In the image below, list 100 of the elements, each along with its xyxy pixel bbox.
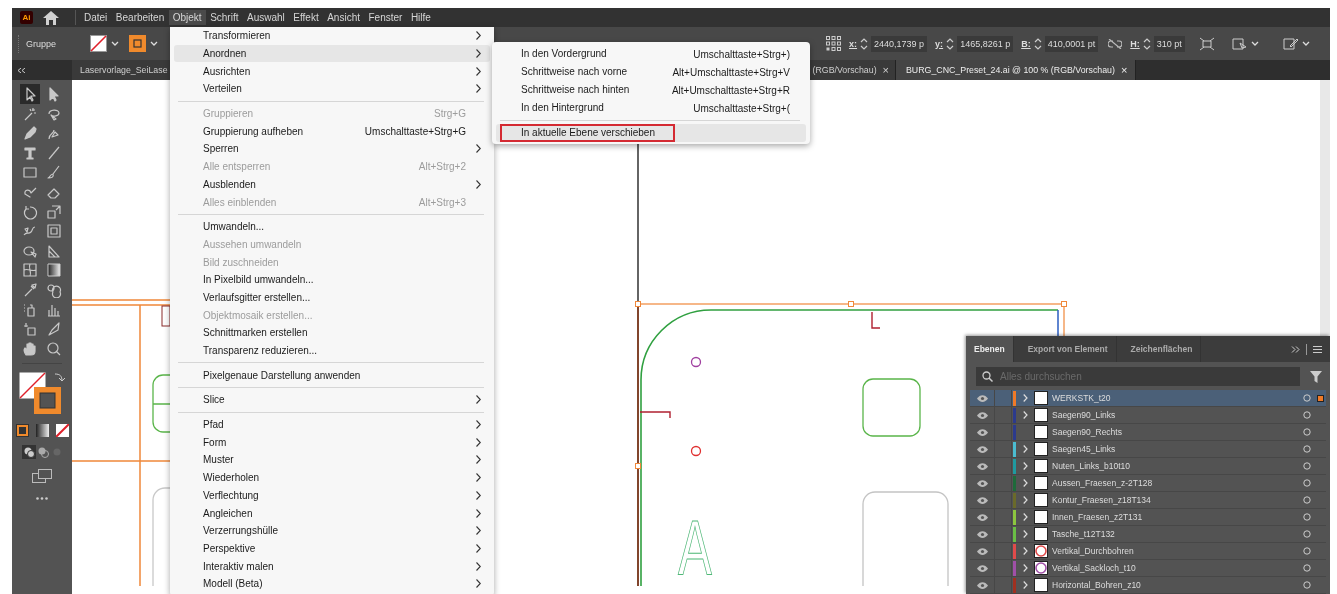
recolor-icon[interactable]: [1282, 36, 1299, 51]
more-tools-icon[interactable]: [36, 496, 48, 500]
panel-tab[interactable]: Zeichenflächen: [1122, 336, 1202, 362]
eye-icon[interactable]: [976, 445, 988, 453]
spinner-icon[interactable]: [1033, 36, 1042, 51]
number-field[interactable]: 410,0001 pt: [1044, 35, 1099, 52]
rotate-icon[interactable]: [22, 203, 38, 220]
number-field[interactable]: 1465,8261 p: [957, 35, 1014, 52]
chevron-right-icon[interactable]: [1022, 411, 1028, 419]
layer-row[interactable]: Saegen90_Links: [970, 407, 1326, 424]
target-circle-icon[interactable]: [1303, 513, 1311, 521]
target-circle-icon[interactable]: [1303, 428, 1311, 436]
spinner-icon[interactable]: [860, 36, 869, 51]
stroke-swatch-icon[interactable]: [90, 35, 108, 52]
menu-item[interactable]: Transformieren: [174, 27, 490, 45]
menu-item[interactable]: Pixelgenaue Darstellung anwenden: [174, 366, 490, 385]
target-circle-icon[interactable]: [1303, 496, 1311, 504]
screen-mode-icon[interactable]: [32, 468, 52, 483]
scale-icon[interactable]: [46, 203, 62, 220]
chevron-right-icon[interactable]: [1022, 581, 1028, 589]
menu-item[interactable]: Ausrichten: [174, 62, 490, 81]
menu-item[interactable]: Ausblenden: [174, 175, 490, 194]
expand-panel-icon[interactable]: [1291, 345, 1300, 353]
menu-item[interactable]: Umwandeln...: [174, 217, 490, 236]
target-circle-icon[interactable]: [1303, 411, 1311, 419]
target-circle-icon[interactable]: [1303, 445, 1311, 453]
menu-item[interactable]: Verteilen: [174, 80, 490, 98]
magic-wand-icon[interactable]: [22, 105, 38, 122]
gradient-mode-icon[interactable]: [35, 423, 49, 437]
menu-bar-item[interactable]: Bearbeiten: [111, 10, 169, 25]
menu-bar-item[interactable]: Schrift: [206, 10, 243, 25]
layer-row[interactable]: Aussen_Fraesen_z-2T128: [970, 475, 1326, 492]
target-circle-icon[interactable]: [1303, 394, 1311, 402]
reference-point-icon[interactable]: [826, 36, 842, 51]
target-circle-icon[interactable]: [1303, 530, 1311, 538]
home-icon[interactable]: [43, 10, 59, 25]
fill-stroke-swatches-icon[interactable]: [19, 371, 65, 414]
draw-mode-icon[interactable]: [22, 444, 62, 459]
mesh-icon[interactable]: [22, 262, 38, 279]
target-circle-icon[interactable]: [1303, 581, 1311, 589]
blend-icon[interactable]: [46, 281, 62, 298]
menu-item[interactable]: Slice: [174, 391, 490, 409]
layer-row[interactable]: Tasche_t12T132: [970, 526, 1326, 543]
artboard-icon[interactable]: [22, 321, 38, 338]
hand-icon[interactable]: [22, 340, 38, 357]
target-circle-icon[interactable]: [1303, 547, 1311, 555]
fill-swatch-icon[interactable]: [129, 35, 147, 52]
layer-row[interactable]: Vertikal_Sackloch_t10: [970, 560, 1326, 577]
layer-row[interactable]: Innen_Fraesen_z2T131: [970, 509, 1326, 526]
line-icon[interactable]: [46, 144, 62, 161]
gradient-icon[interactable]: [46, 262, 62, 279]
menu-item[interactable]: Verlaufsgitter erstellen...: [174, 288, 490, 307]
collapse-icon[interactable]: [18, 67, 26, 73]
menu-item[interactable]: Perspektive: [174, 539, 490, 558]
layer-row[interactable]: Horizontal_Bohren_z10: [970, 577, 1326, 594]
menu-item[interactable]: Interaktiv malen: [174, 557, 490, 575]
menu-item[interactable]: In Pixelbild umwandeln...: [174, 270, 490, 289]
number-field[interactable]: 310 pt: [1153, 35, 1185, 52]
target-circle-icon[interactable]: [1303, 564, 1311, 572]
eye-icon[interactable]: [976, 411, 988, 419]
app-logo[interactable]: Ai: [20, 11, 33, 24]
menu-item[interactable]: In aktuelle Ebene verschieben: [496, 124, 806, 142]
menu-item[interactable]: Transparenz reduzieren...: [174, 341, 490, 360]
target-circle-icon[interactable]: [1303, 462, 1311, 470]
eye-icon[interactable]: [976, 496, 988, 504]
menu-item[interactable]: Form: [174, 433, 490, 452]
eye-icon[interactable]: [976, 462, 988, 470]
menu-item[interactable]: Gruppierung aufheben Umschalttaste+Strg+G: [174, 122, 490, 141]
layer-row[interactable]: Vertikal_Durchbohren: [970, 543, 1326, 560]
panel-tab[interactable]: Ebenen: [966, 336, 1014, 362]
chevron-right-icon[interactable]: [1022, 445, 1028, 453]
close-tab-button[interactable]: ×: [1120, 64, 1128, 76]
eyedropper-icon[interactable]: [22, 281, 38, 298]
menu-item[interactable]: Muster: [174, 451, 490, 469]
spinner-icon[interactable]: [1142, 36, 1151, 51]
layer-row[interactable]: Kontur_Fraesen_z18T134: [970, 492, 1326, 509]
layer-row[interactable]: WERKSTK_t20: [970, 390, 1326, 407]
menu-bar-item[interactable]: Effekt: [289, 10, 323, 25]
menu-item[interactable]: Sperren: [174, 140, 490, 158]
chevron-right-icon[interactable]: [1022, 530, 1028, 538]
chevron-right-icon[interactable]: [1022, 479, 1028, 487]
chevron-right-icon[interactable]: [1022, 547, 1028, 555]
menu-item[interactable]: In den Hintergrund Umschalttaste+Strg+(: [496, 99, 806, 117]
menu-item[interactable]: Pfad: [174, 415, 490, 434]
spinner-icon[interactable]: [946, 36, 955, 51]
link-icon[interactable]: [1108, 38, 1123, 49]
caret-icon[interactable]: [1301, 40, 1310, 47]
menu-bar-item[interactable]: Datei: [80, 10, 112, 25]
menu-item[interactable]: Verflechtung: [174, 486, 490, 505]
menu-bar-item[interactable]: Objekt: [168, 10, 206, 25]
target-circle-icon[interactable]: [1303, 479, 1311, 487]
menu-item[interactable]: Anordnen: [174, 44, 490, 63]
menu-icon[interactable]: [1313, 345, 1322, 353]
close-tab-button[interactable]: ×: [882, 64, 889, 76]
slice-icon[interactable]: [46, 321, 62, 338]
menu-bar-item[interactable]: Fenster: [364, 10, 407, 25]
menu-item[interactable]: Schnittmarken erstellen: [174, 324, 490, 342]
symbol-sprayer-icon[interactable]: [22, 301, 38, 318]
menu-item[interactable]: Schrittweise nach hinten Alt+Umschalttaste+Strg+R: [496, 81, 806, 99]
layer-row[interactable]: Saegen90_Rechts: [970, 424, 1326, 441]
